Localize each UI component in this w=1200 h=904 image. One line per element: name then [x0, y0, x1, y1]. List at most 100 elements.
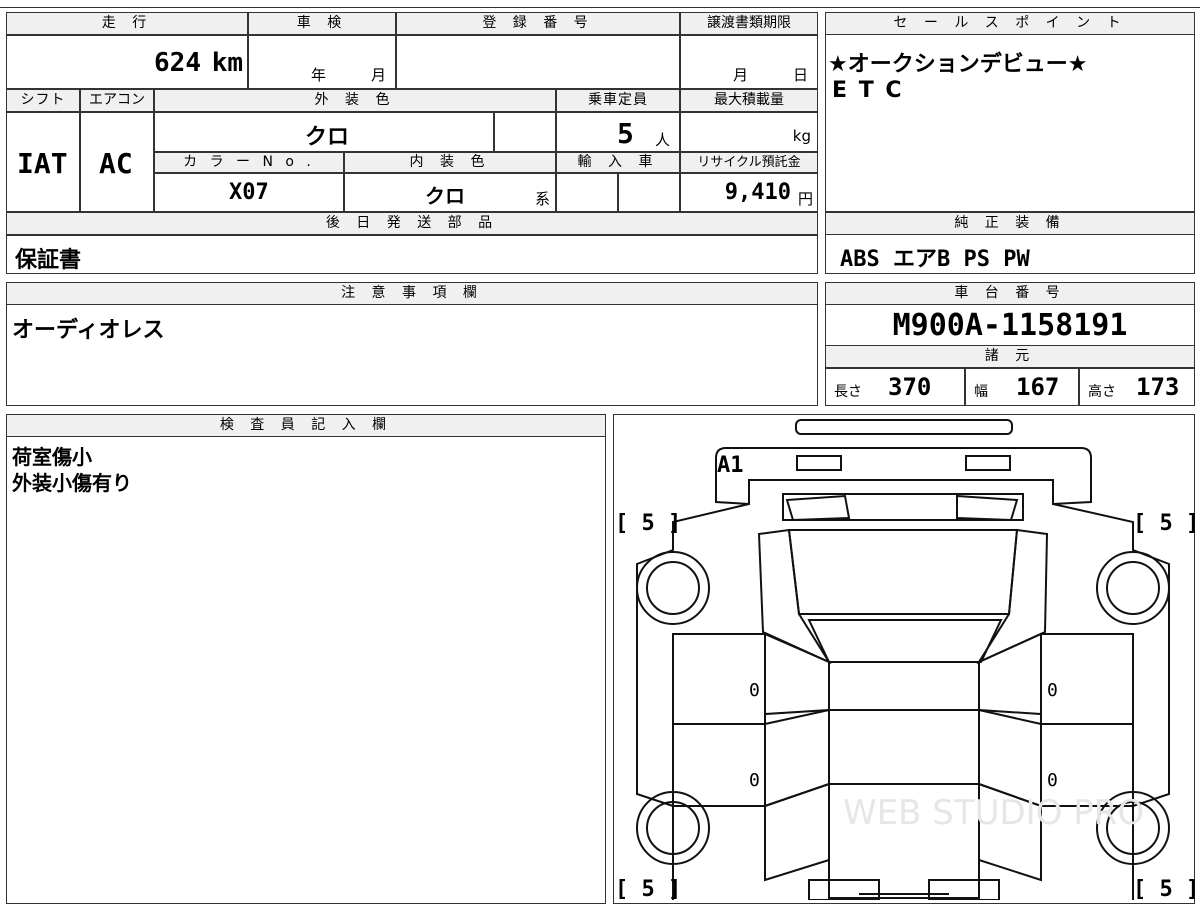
- left-front-fender: [764, 782, 830, 882]
- color-no-value: X07: [229, 180, 269, 205]
- body-left-outline: [636, 503, 750, 900]
- transfer-month-label: 月: [733, 66, 749, 84]
- right-door-glass-rear: [978, 708, 1042, 808]
- shaken-month-label: 月: [371, 66, 387, 84]
- color-no-cell: X07: [154, 173, 344, 212]
- shaken-header: 車 検: [248, 12, 396, 35]
- exterior-color-value: クロ: [305, 125, 350, 150]
- spec-height-label: 高さ: [1088, 384, 1116, 400]
- max-load-unit: kg: [792, 127, 811, 145]
- notes-value: オーディオレス: [12, 318, 165, 343]
- ac-value: AC: [99, 147, 133, 180]
- mileage-unit: km: [211, 48, 243, 78]
- top-cut-row: [0, 0, 1200, 8]
- later-parts-header: 後 日 発 送 部 品: [6, 212, 818, 235]
- max-load-header: 最大積載量: [680, 89, 818, 112]
- registration-cell: [396, 35, 680, 89]
- damage-mark-a1: A1: [717, 453, 744, 478]
- watermark: WEB STUDIO PRO: [843, 793, 1144, 833]
- transfer-deadline-cell: 月 日: [680, 35, 818, 89]
- mileage-header: 走 行: [6, 12, 248, 35]
- recycle-cell: 9,410 円: [680, 173, 818, 212]
- color-no-header: カ ラ ー N o .: [154, 152, 344, 173]
- ac-header: エアコン: [80, 89, 154, 112]
- right-front-door: [1040, 633, 1134, 725]
- capacity-unit: 人: [655, 131, 671, 149]
- door-right-front-count: 0: [1047, 680, 1058, 701]
- inspector-line2: 外装小傷有り: [12, 471, 132, 495]
- spec-height-cell: 高さ 173: [1079, 368, 1195, 406]
- roof: [787, 529, 1019, 615]
- interior-color-suffix: 系: [535, 190, 551, 208]
- capacity-value: 5: [617, 117, 634, 150]
- spec-width-label: 幅: [974, 384, 988, 400]
- capacity-cell: 5 人: [556, 112, 680, 152]
- genuine-equipment-header: 純 正 装 備: [825, 212, 1195, 235]
- spec-length-label: 長さ: [834, 384, 862, 400]
- interior-color-value: クロ: [425, 184, 465, 208]
- spec-height-value: 173: [1136, 373, 1180, 401]
- sales-point-header: セ ー ル ス ポ イ ン ト: [825, 12, 1195, 35]
- rear-glass-left: [785, 494, 851, 522]
- ac-cell: AC: [80, 112, 154, 212]
- shift-value: IAT: [17, 147, 68, 180]
- exterior-color-extra-cell: [494, 112, 556, 152]
- interior-color-header: 内 装 色: [344, 152, 556, 173]
- rear-glass-right: [956, 494, 1019, 522]
- spec-length-cell: 長さ 370: [825, 368, 965, 406]
- shaken-cell: 年 月: [248, 35, 396, 89]
- mileage-cell: 624 km: [6, 35, 248, 89]
- specs-header: 諸 元: [825, 345, 1195, 368]
- chassis-header: 車 台 番 号: [825, 282, 1195, 305]
- exterior-color-cell: クロ: [154, 112, 494, 152]
- import-header: 輸 入 車: [556, 152, 680, 173]
- import-cell-a: [556, 173, 618, 212]
- inspector-line1: 荷室傷小: [12, 445, 92, 469]
- door-left-rear-count: 0: [749, 770, 760, 791]
- left-door-glass-rear: [764, 708, 830, 808]
- roof-front: [807, 619, 1003, 663]
- rear-lamp-right: [965, 455, 1011, 471]
- recycle-unit: 円: [797, 190, 813, 208]
- inspector-header: 検 査 員 記 入 欄: [6, 414, 606, 437]
- interior-color-cell: クロ 系: [344, 173, 556, 212]
- rear-body: [715, 447, 1092, 506]
- later-parts-cell: 保証書: [6, 235, 818, 274]
- right-pillar: [976, 528, 1049, 665]
- recycle-header: リサイクル預託金: [680, 152, 818, 173]
- door-right-rear-count: 0: [1047, 770, 1058, 791]
- later-parts-value: 保証書: [15, 248, 82, 273]
- tire-rear-left-label: [ 5 ]: [615, 877, 681, 900]
- spec-length-value: 370: [888, 373, 932, 401]
- spec-width-value: 167: [1016, 373, 1060, 401]
- mileage-value: 624: [154, 48, 201, 78]
- rear-left-wheel: [646, 561, 700, 615]
- sales-point-line2: E T C: [832, 78, 904, 103]
- rear-lamp-left: [796, 455, 842, 471]
- recycle-value: 9,410: [724, 180, 791, 205]
- tire-rear-right-label: [ 5 ]: [1133, 877, 1195, 900]
- capacity-header: 乗車定員: [556, 89, 680, 112]
- rear-right-wheel: [1106, 561, 1160, 615]
- shift-header: シフト: [6, 89, 80, 112]
- tire-front-right-label: [ 5 ]: [1133, 511, 1195, 536]
- notes-header: 注 意 事 項 欄: [6, 282, 818, 305]
- door-left-front-count: 0: [749, 680, 760, 701]
- shift-cell: IAT: [6, 112, 80, 212]
- transfer-day-label: 日: [793, 66, 809, 84]
- rear-bumper: [795, 419, 1013, 435]
- left-front-door: [672, 633, 766, 725]
- tire-front-left-label: [ 5 ]: [615, 511, 681, 536]
- max-load-cell: kg: [680, 112, 818, 152]
- sales-point-line1: ★オークションデビュー★: [828, 52, 1088, 77]
- registration-header: 登 録 番 号: [396, 12, 680, 35]
- hood-center: [828, 661, 980, 899]
- shaken-year-label: 年: [311, 66, 327, 84]
- spec-width-cell: 幅 167: [965, 368, 1079, 406]
- import-cell-b: [618, 173, 680, 212]
- exterior-color-header: 外 装 色: [154, 89, 556, 112]
- chassis-value: M900A-1158191: [892, 308, 1128, 343]
- vehicle-diagram: WEB STUDIO PRO A1 [ 5 ] [ 5 ] [ 5 ] [ 5 …: [615, 419, 1195, 900]
- transfer-deadline-header: 譲渡書類期限: [680, 12, 818, 35]
- genuine-equipment-value: ABS エアB PS PW: [840, 247, 1030, 272]
